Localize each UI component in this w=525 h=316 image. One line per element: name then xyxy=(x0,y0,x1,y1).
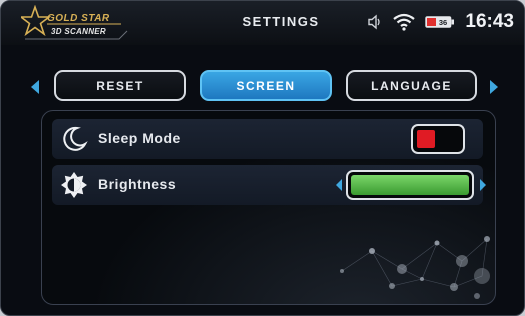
speaker-icon xyxy=(368,14,381,30)
brightness-level-fill xyxy=(351,175,469,195)
brightness-icon xyxy=(61,172,87,198)
tab-reset[interactable]: RESET xyxy=(54,70,186,101)
wifi-icon xyxy=(393,13,416,31)
logo-text-3dscanner: 3D SCANNER xyxy=(51,27,107,36)
brightness-decrease-arrow[interactable] xyxy=(336,179,342,191)
settings-panel: Sleep Mode Brightness xyxy=(41,110,496,305)
brightness-label: Brightness xyxy=(98,176,177,192)
device-screen: GOLD STAR 3D SCANNER SETTINGS 36 16:43 R… xyxy=(0,0,525,316)
toggle-off-indicator xyxy=(417,130,435,148)
tab-language-label: LANGUAGE xyxy=(371,78,452,93)
logo-text-goldstar: GOLD STAR xyxy=(47,13,110,24)
tab-screen-label: SCREEN xyxy=(236,78,296,93)
brightness-increase-arrow[interactable] xyxy=(480,179,486,191)
tab-next-arrow[interactable] xyxy=(490,80,498,94)
tab-reset-label: RESET xyxy=(96,78,144,93)
top-bar: GOLD STAR 3D SCANNER SETTINGS 36 16:43 xyxy=(1,1,524,45)
page-title: SETTINGS xyxy=(242,14,320,29)
setting-row-sleep-mode: Sleep Mode xyxy=(52,119,483,159)
sleep-mode-toggle[interactable] xyxy=(411,124,465,154)
status-bar: 36 16:43 xyxy=(367,9,514,35)
brightness-slider[interactable] xyxy=(346,170,474,200)
battery-icon: 36 xyxy=(425,16,455,28)
tab-screen[interactable]: SCREEN xyxy=(200,70,332,101)
clock: 16:43 xyxy=(465,11,514,32)
battery-level-text: 36 xyxy=(439,18,447,27)
sleep-mode-label: Sleep Mode xyxy=(98,130,181,146)
tab-prev-arrow[interactable] xyxy=(31,80,39,94)
moon-icon xyxy=(63,126,88,151)
brand-logo: GOLD STAR 3D SCANNER xyxy=(21,5,131,45)
logo-star-icon xyxy=(21,5,128,40)
setting-row-brightness: Brightness xyxy=(52,165,486,205)
tab-language[interactable]: LANGUAGE xyxy=(346,70,477,101)
